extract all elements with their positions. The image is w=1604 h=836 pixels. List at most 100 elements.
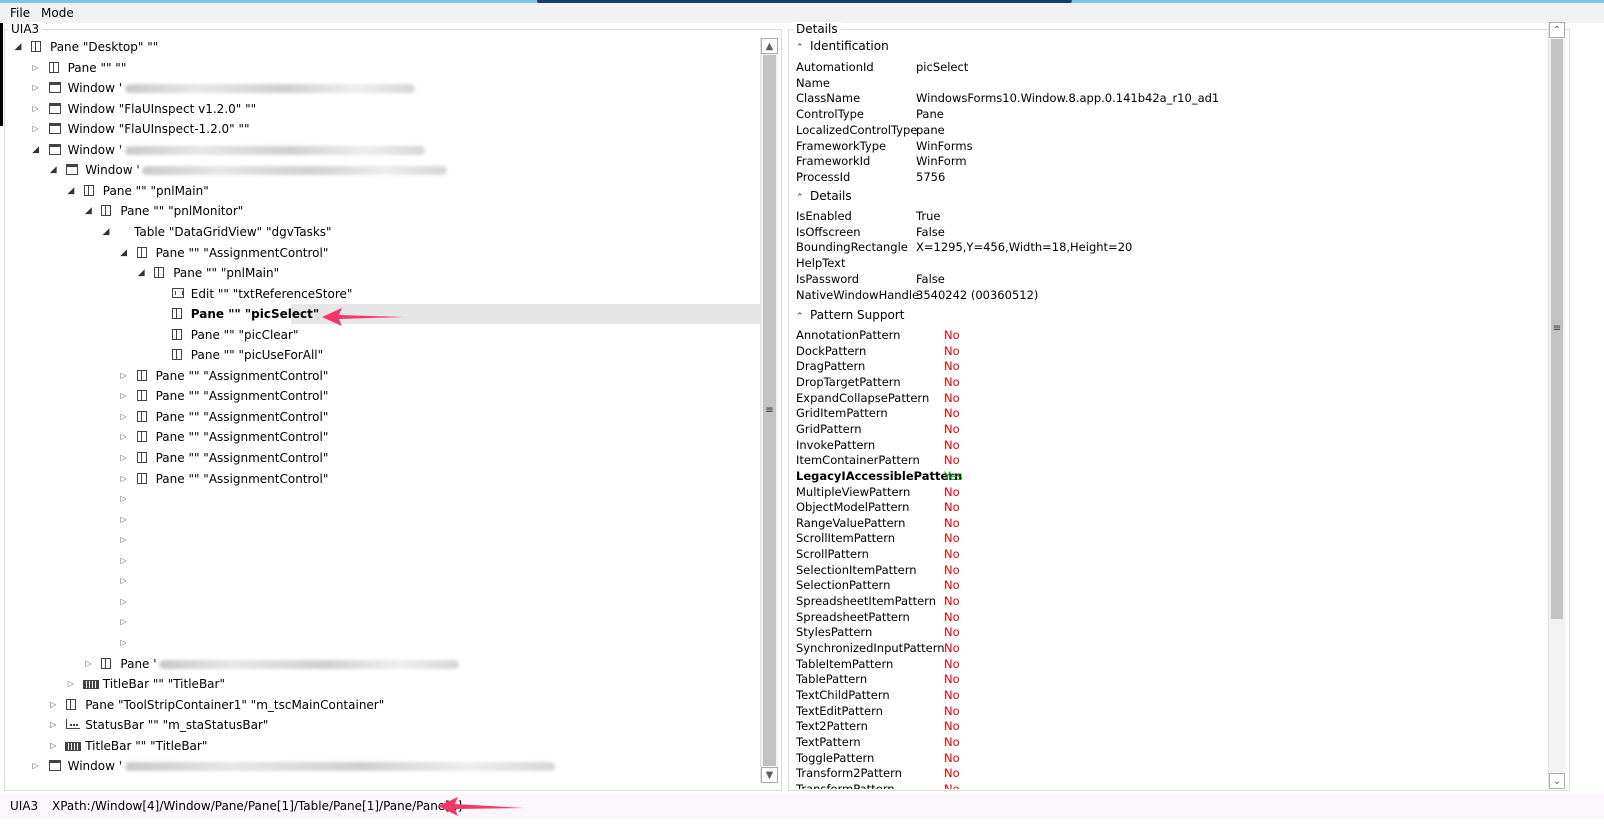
tree-node[interactable]: ▷	[10, 592, 758, 612]
collapse-arrow-icon[interactable]: ◢	[65, 181, 77, 201]
tree-node[interactable]: ◢ Window '	[10, 140, 758, 160]
tree-node[interactable]: ▷ StatusBar "" "m_staStatusBar"	[10, 715, 758, 735]
tree-node[interactable]: ▷ Window "FlaUInspect-1.2.0" ""	[10, 119, 758, 139]
tree-scrollbar[interactable]: ▲ ≡ ▼	[760, 38, 778, 783]
expand-arrow-icon[interactable]: ▷	[118, 366, 130, 386]
tree-node[interactable]: ▷ Pane "" "AssignmentControl"	[10, 366, 758, 386]
property-name: ItemContainerPattern	[796, 453, 920, 468]
menu-file[interactable]: File	[10, 6, 30, 20]
scroll-down-arrow-icon[interactable]: ⌄	[1549, 773, 1565, 789]
tree-node[interactable]: ▷	[10, 612, 758, 632]
pointer-arrow-icon	[438, 797, 524, 816]
tree-node[interactable]: ▷ Pane "" "AssignmentControl"	[10, 386, 758, 406]
tree-node[interactable]: ◢ Pane "" "pnlMain"	[10, 263, 758, 283]
expand-arrow-icon[interactable]: ▷	[118, 469, 130, 489]
expand-arrow-icon[interactable]: ▷	[118, 551, 130, 571]
expand-arrow-icon[interactable]: ▷	[118, 633, 130, 653]
collapse-arrow-icon[interactable]: ◢	[118, 243, 130, 263]
tree-node[interactable]: ▷ Window '	[10, 756, 758, 776]
details-section-header[interactable]: ⌃ Details	[796, 187, 852, 205]
tree-node[interactable]: Pane "" "picUseForAll"	[10, 345, 758, 365]
expand-arrow-icon[interactable]: ▷	[65, 674, 77, 694]
expand-arrow-icon[interactable]: ▷	[47, 695, 59, 715]
tree-node[interactable]: ▷ Pane '	[10, 654, 758, 674]
expand-arrow-icon[interactable]: ▷	[118, 489, 130, 509]
property-value[interactable]: Pane	[916, 106, 944, 122]
pattern-support-header[interactable]: ⌃ Pattern Support	[796, 306, 904, 324]
property-value[interactable]: X=1295,Y=456,Width=18,Height=20	[916, 239, 1132, 255]
tree-node[interactable]: ▷ Pane "" "AssignmentControl"	[10, 448, 758, 468]
property-value[interactable]: WinForms	[916, 138, 973, 154]
expand-arrow-icon[interactable]: ▷	[118, 448, 130, 468]
tree-scroll-thumb[interactable]: ≡	[763, 55, 776, 766]
expand-arrow-icon[interactable]: ▷	[118, 510, 130, 530]
property-value[interactable]: True	[916, 208, 940, 224]
expand-arrow-icon[interactable]: ▷	[82, 654, 94, 674]
tree-node[interactable]: ▷	[10, 510, 758, 530]
scroll-up-arrow-icon[interactable]: ▲	[761, 38, 778, 54]
tree-node[interactable]: ◢ Pane "" "pnlMain"	[10, 181, 758, 201]
tree-node[interactable]: ▷	[10, 530, 758, 550]
tree-node[interactable]: ◢ Pane "" "AssignmentControl"	[10, 243, 758, 263]
property-name: DragPattern	[796, 359, 866, 374]
property-value[interactable]: WindowsForms10.Window.8.app.0.141b42a_r1…	[916, 90, 1219, 106]
expand-arrow-icon[interactable]: ▷	[30, 78, 42, 98]
collapse-arrow-icon[interactable]: ◢	[12, 37, 24, 57]
scroll-up-arrow-icon[interactable]: ⌃	[1549, 22, 1565, 38]
element-tree[interactable]: ◢ Pane "Desktop" "" ▷ Pane "" "" ▷ Window ' ▷ W…	[10, 37, 778, 803]
tree-node[interactable]: ▷ TitleBar "" "TitleBar"	[10, 736, 758, 756]
collapse-arrow-icon[interactable]: ◢	[135, 263, 147, 283]
expand-arrow-icon[interactable]: ▷	[47, 715, 59, 735]
tree-node[interactable]: ▷ Window "FlaUInspect v1.2.0" ""	[10, 99, 758, 119]
expand-arrow-icon[interactable]: ▷	[118, 530, 130, 550]
property-value: No	[944, 437, 960, 452]
property-value[interactable]: pane	[916, 122, 945, 138]
details-scroll-thumb[interactable]: ≡	[1551, 39, 1563, 619]
tree-node[interactable]: ▷ Pane "" "AssignmentControl"	[10, 469, 758, 489]
tree-node[interactable]: ▷ Window '	[10, 78, 758, 98]
tree-node-label: Window '	[67, 142, 123, 157]
tree-node[interactable]: Edit "" "txtReferenceStore"	[10, 284, 758, 304]
tree-node[interactable]: ◢ Table "DataGridView" "dgvTasks"	[10, 222, 758, 242]
expand-arrow-icon[interactable]: ▷	[118, 571, 130, 591]
property-value[interactable]: picSelect	[916, 59, 968, 75]
tree-node[interactable]: ◢ Pane "Desktop" ""	[10, 37, 758, 57]
menu-mode[interactable]: Mode	[41, 6, 74, 20]
identification-header[interactable]: ⌃ Identification	[796, 37, 889, 55]
tree-node[interactable]: ◢ Pane "" "pnlMonitor"	[10, 201, 758, 221]
tree-node[interactable]: ▷	[10, 633, 758, 653]
expand-arrow-icon[interactable]: ▷	[47, 736, 59, 756]
collapse-arrow-icon[interactable]: ◢	[82, 201, 94, 221]
collapse-arrow-icon[interactable]: ◢	[30, 140, 42, 160]
tree-node[interactable]: ▷	[10, 489, 758, 509]
tree-node[interactable]: ▷ Pane "ToolStripContainer1" "m_tscMainCo…	[10, 695, 758, 715]
details-scrollbar[interactable]: ⌃ ≡ ⌄	[1548, 22, 1565, 789]
expand-arrow-icon[interactable]: ▷	[118, 612, 130, 632]
tree-node[interactable]: ▷	[10, 571, 758, 591]
collapse-arrow-icon[interactable]: ◢	[47, 160, 59, 180]
tree-node-label: Edit "" "txtReferenceStore"	[190, 286, 353, 301]
property-value[interactable]: False	[916, 271, 945, 287]
collapse-arrow-icon[interactable]: ◢	[100, 222, 112, 242]
property-value: No	[944, 453, 960, 468]
tree-node[interactable]: ▷ Pane "" ""	[10, 58, 758, 78]
property-value[interactable]: 5756	[916, 169, 945, 185]
property-value[interactable]: 3540242 (00360512)	[916, 287, 1038, 303]
tree-node[interactable]: ◢ Window '	[10, 160, 758, 180]
expand-arrow-icon[interactable]: ▷	[118, 427, 130, 447]
expand-arrow-icon[interactable]: ▷	[30, 119, 42, 139]
tree-node[interactable]: ▷	[10, 551, 758, 571]
expand-arrow-icon[interactable]: ▷	[30, 58, 42, 78]
property-value[interactable]: False	[916, 224, 945, 240]
expand-arrow-icon[interactable]: ▷	[118, 592, 130, 612]
expand-arrow-icon[interactable]: ▷	[30, 99, 42, 119]
tree-node-label: Pane "" "picClear"	[190, 327, 299, 342]
expand-arrow-icon[interactable]: ▷	[118, 386, 130, 406]
scroll-down-arrow-icon[interactable]: ▼	[761, 767, 778, 783]
tree-node[interactable]: ▷ Pane "" "AssignmentControl"	[10, 427, 758, 447]
expand-arrow-icon[interactable]: ▷	[30, 756, 42, 776]
tree-node[interactable]: ▷ TitleBar "" "TitleBar"	[10, 674, 758, 694]
tree-node[interactable]: ▷ Pane "" "AssignmentControl"	[10, 407, 758, 427]
expand-arrow-icon[interactable]: ▷	[118, 407, 130, 427]
property-value[interactable]: WinForm	[916, 153, 967, 169]
